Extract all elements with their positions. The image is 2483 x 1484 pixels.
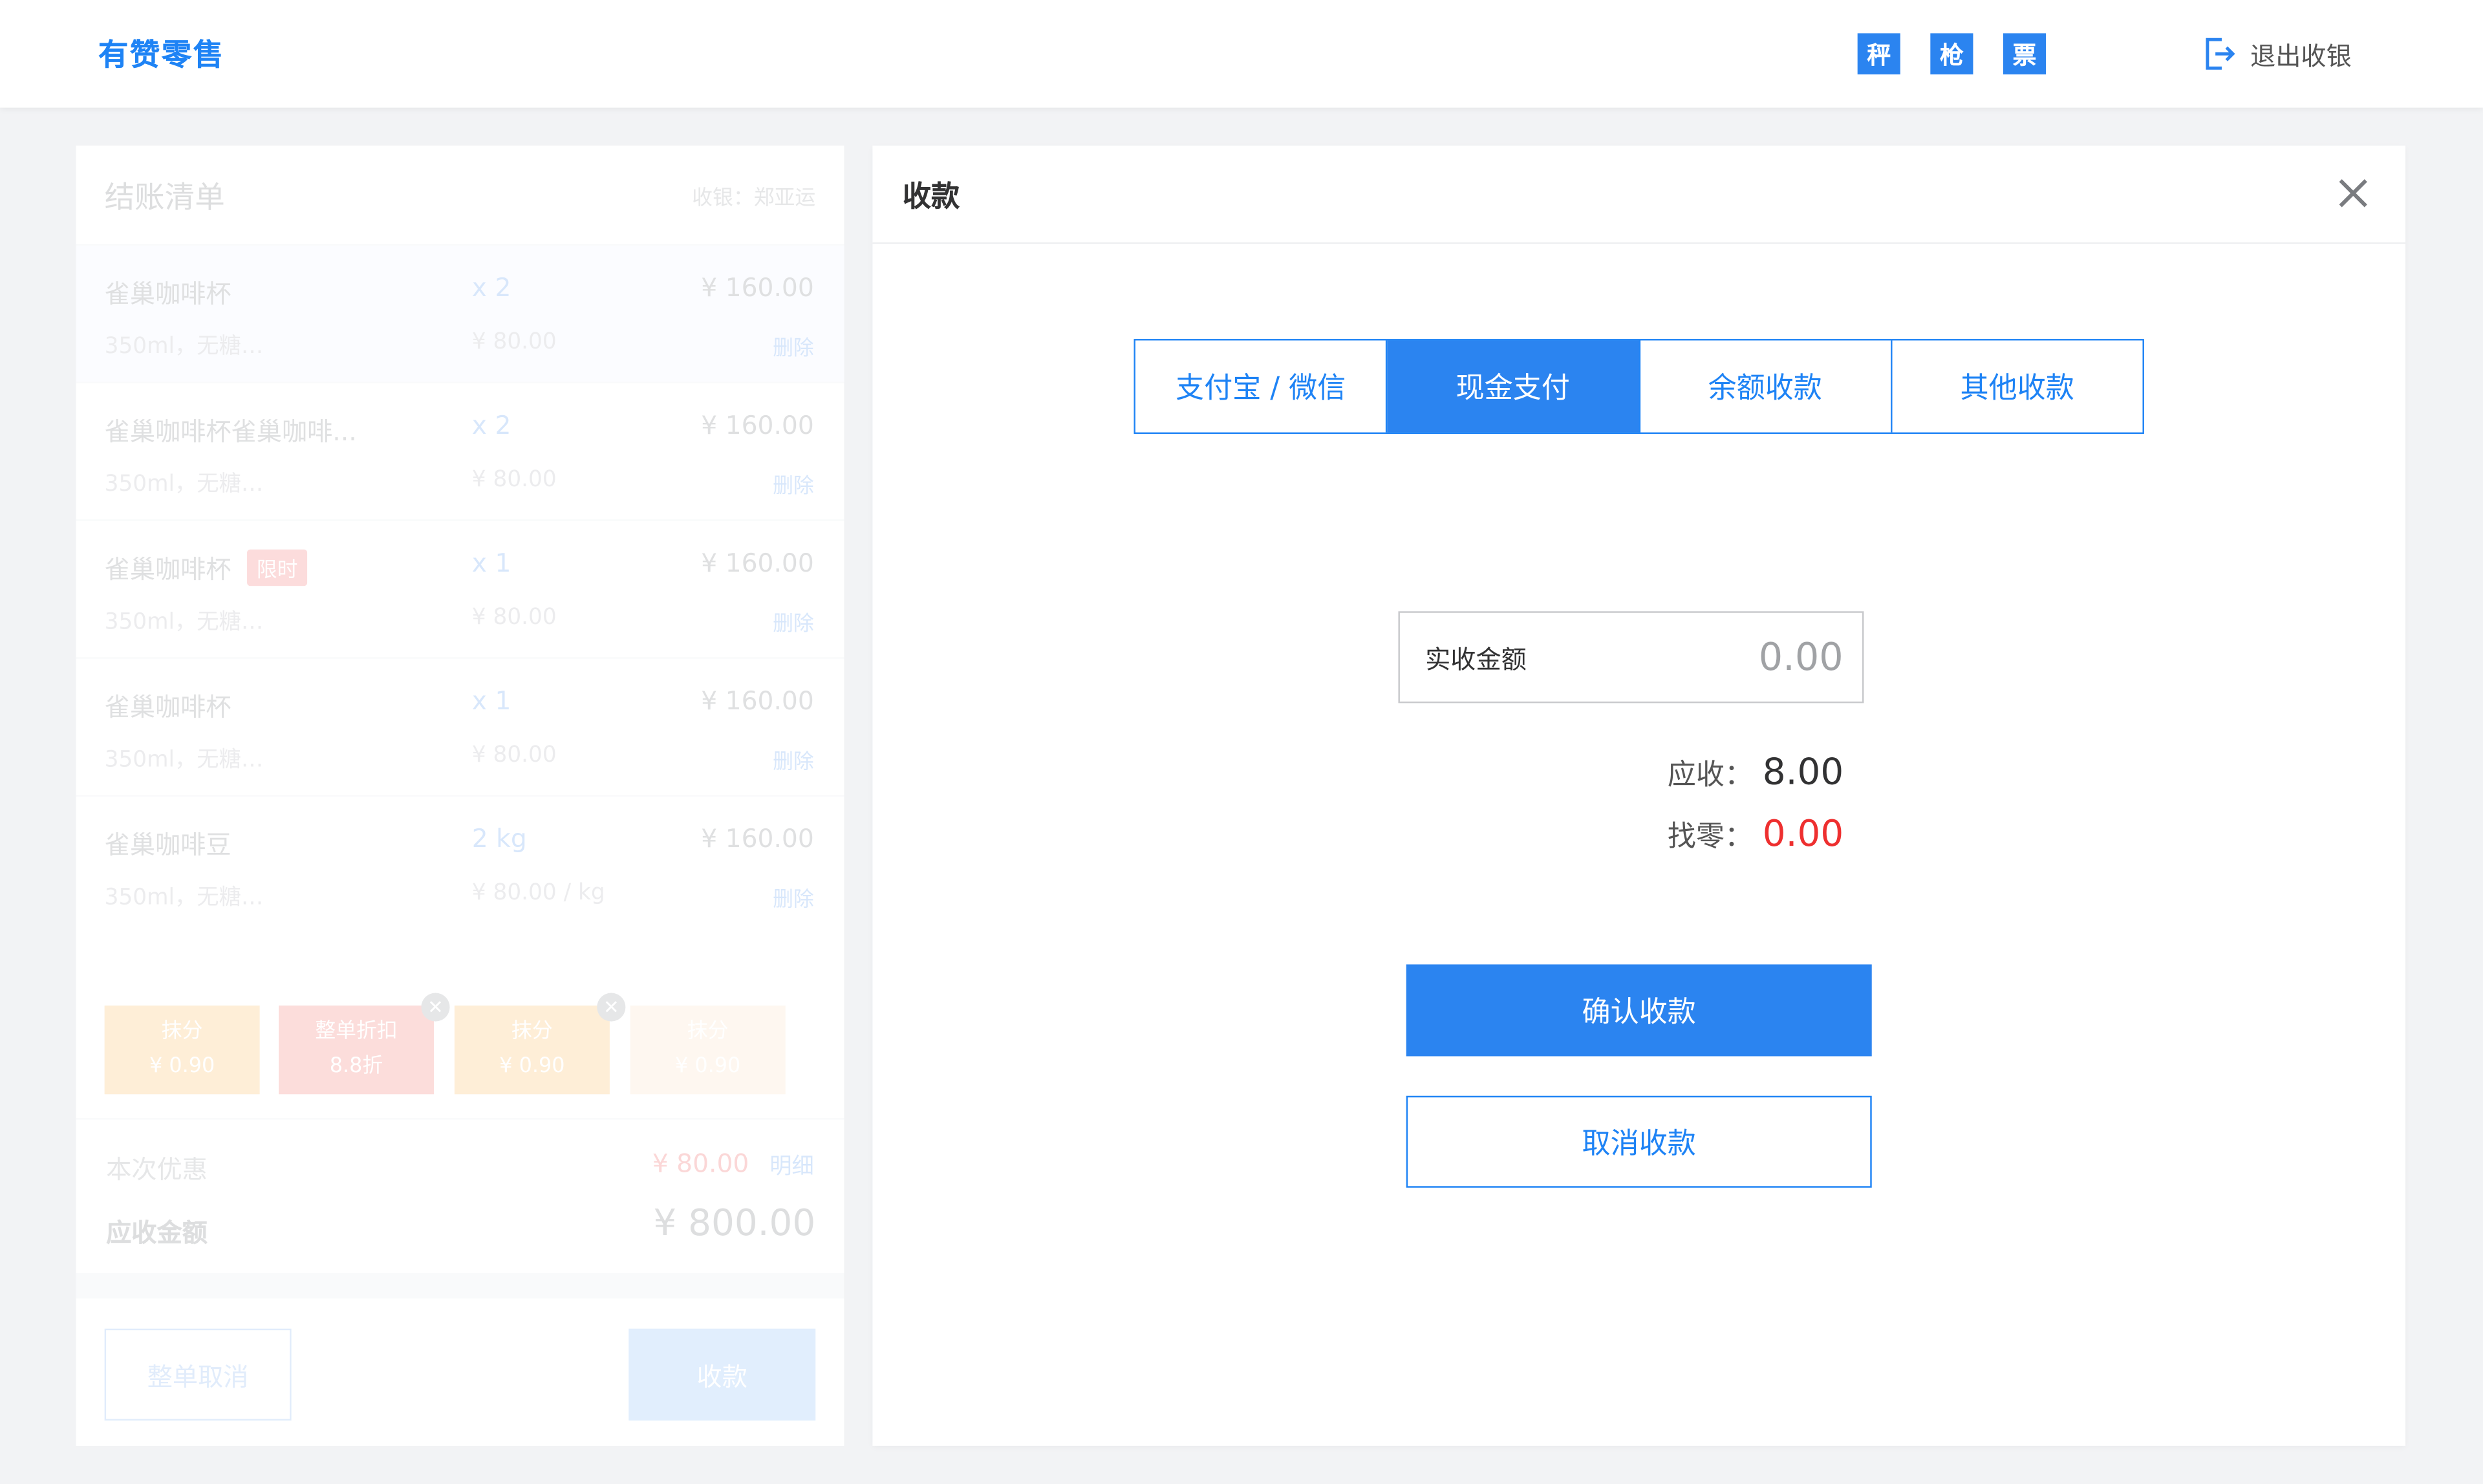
change-label: 找零： <box>1667 820 1754 854</box>
discount-value: ¥ 80.00 <box>652 1148 749 1179</box>
item-name: 雀巢咖啡豆 <box>104 830 231 860</box>
delete-item-link[interactable]: 删除 <box>773 882 814 912</box>
item-name: 雀巢咖啡杯雀巢咖啡... <box>104 416 357 447</box>
delete-item-link[interactable]: 删除 <box>773 607 814 637</box>
scale-button[interactable]: 秤 <box>1857 33 1900 75</box>
item-unit-price: ¥ 80.00 <box>471 742 557 768</box>
delete-item-link[interactable]: 删除 <box>773 331 814 361</box>
tab-other[interactable]: 其他收款 <box>1891 340 2143 433</box>
cancel-payment-button[interactable]: 取消收款 <box>1406 1095 1872 1188</box>
promotion-card[interactable]: 抹分 ¥ 0.90 ✕ <box>454 993 626 1095</box>
discount-detail-link[interactable]: 明细 <box>769 1150 814 1181</box>
promotion-title: 整单折扣 <box>315 1020 398 1044</box>
item-unit-price: ¥ 80.00 <box>471 605 557 630</box>
payment-method-tabs: 支付宝 / 微信 现金支付 余额收款 其他收款 <box>1134 339 2144 435</box>
tab-cash[interactable]: 现金支付 <box>1387 340 1640 433</box>
change-value: 0.00 <box>1762 813 1844 855</box>
promotion-title: 抹分 <box>687 1020 729 1044</box>
item-quantity: x 2 <box>471 410 511 440</box>
item-spec: 350ml，无糖… <box>104 609 264 636</box>
exit-label: 退出收银 <box>2250 41 2352 72</box>
amount-due-label: 应收： <box>1667 758 1754 792</box>
payment-header: 收款 <box>872 145 2406 244</box>
item-name: 雀巢咖啡杯 <box>104 279 231 309</box>
top-bar: 有赞零售 秤 枪 票 退出收银 <box>0 0 2483 108</box>
checkout-header: 结账清单 收银：郑亚运 <box>76 145 844 244</box>
promotion-card[interactable]: 整单折扣 8.8折 ✕ <box>279 993 450 1095</box>
promotion-card[interactable]: 抹分 ¥ 0.90 <box>104 1005 260 1095</box>
brand-logo: 有赞零售 <box>98 38 225 73</box>
item-unit-price: ¥ 80.00 / kg <box>471 880 605 906</box>
item-name: 雀巢咖啡杯 <box>104 692 231 722</box>
promotion-title: 抹分 <box>511 1020 553 1044</box>
item-spec: 350ml，无糖… <box>104 747 264 773</box>
item-quantity: x 1 <box>471 548 511 578</box>
received-amount-field[interactable]: 实收金额 <box>1398 611 1864 704</box>
promotion-value: ¥ 0.90 <box>675 1055 741 1079</box>
app-root: 有赞零售 秤 枪 票 退出收银 结账清单 收银：郑亚运 雀巢咖啡杯 x 2 ¥ … <box>0 0 2483 1484</box>
confirm-payment-button[interactable]: 确认收款 <box>1406 964 1872 1057</box>
change-amount: 找零： 0.00 <box>1668 814 1843 855</box>
remove-promotion-icon[interactable]: ✕ <box>421 993 450 1022</box>
discount-label: 本次优惠 <box>106 1154 208 1185</box>
item-quantity: x 1 <box>471 685 511 716</box>
received-amount-input[interactable] <box>1606 635 1843 680</box>
list-item[interactable]: 雀巢咖啡豆 2 kg ¥ 160.00 350ml，无糖… ¥ 80.00 / … <box>76 795 844 932</box>
list-item[interactable]: 雀巢咖啡杯 限时 x 1 ¥ 160.00 350ml，无糖… ¥ 80.00 删… <box>76 519 844 657</box>
total-value: ¥ 800.00 <box>653 1203 816 1245</box>
close-icon[interactable] <box>2336 176 2370 211</box>
summary: 本次优惠 ¥ 80.00 明细 应收金额 ¥ 800.00 <box>76 1117 844 1273</box>
promotion-list: 抹分 ¥ 0.90 整单折扣 8.8折 ✕ 抹分 ¥ 0.90 ✕ 抹分 ¥ 0… <box>104 993 817 1095</box>
promotion-title: 抹分 <box>161 1020 203 1044</box>
delete-item-link[interactable]: 删除 <box>773 744 814 775</box>
cancel-order-button[interactable]: 整单取消 <box>104 1328 292 1421</box>
printer-button[interactable]: 票 <box>2003 33 2047 75</box>
delete-item-link[interactable]: 删除 <box>773 469 814 499</box>
item-price: ¥ 160.00 <box>701 272 814 303</box>
list-item[interactable]: 雀巢咖啡杯 x 2 ¥ 160.00 350ml，无糖… ¥ 80.00 删除 <box>76 244 844 382</box>
total-label: 应收金额 <box>106 1218 208 1248</box>
pay-button[interactable]: 收款 <box>629 1328 816 1421</box>
promotion-value: 8.8折 <box>329 1055 383 1079</box>
remove-promotion-icon[interactable]: ✕ <box>597 993 626 1022</box>
payment-panel: 收款 支付宝 / 微信 现金支付 余额收款 其他收款 实收金额 应收： 8.00… <box>872 145 2406 1446</box>
item-unit-price: ¥ 80.00 <box>471 329 557 355</box>
item-spec: 350ml，无糖… <box>104 334 264 360</box>
item-name: 雀巢咖啡杯 <box>104 554 231 585</box>
limited-time-badge: 限时 <box>247 549 308 586</box>
item-price: ¥ 160.00 <box>701 823 814 854</box>
item-price: ¥ 160.00 <box>701 548 814 578</box>
item-price: ¥ 160.00 <box>701 410 814 440</box>
promotion-card[interactable]: 抹分 ¥ 0.90 <box>630 1005 786 1095</box>
received-amount-label: 实收金额 <box>1425 644 1527 675</box>
list-item[interactable]: 雀巢咖啡杯 x 1 ¥ 160.00 350ml，无糖… ¥ 80.00 删除 <box>76 657 844 795</box>
payment-title: 收款 <box>902 179 960 213</box>
item-price: ¥ 160.00 <box>701 685 814 716</box>
item-name-row: 雀巢咖啡杯 限时 <box>105 548 308 586</box>
checkout-footer: 整单取消 收款 <box>76 1298 844 1446</box>
tab-balance[interactable]: 余额收款 <box>1639 340 1892 433</box>
promotion-value: ¥ 0.90 <box>499 1055 565 1079</box>
checkout-title: 结账清单 <box>104 179 225 215</box>
tab-alipay-wechat[interactable]: 支付宝 / 微信 <box>1135 340 1388 433</box>
amount-due: 应收： 8.00 <box>1668 752 1843 793</box>
promotion-value: ¥ 0.90 <box>149 1055 215 1079</box>
item-spec: 350ml，无糖… <box>104 471 264 497</box>
item-quantity: 2 kg <box>471 823 527 854</box>
item-spec: 350ml，无糖… <box>104 885 264 911</box>
item-unit-price: ¥ 80.00 <box>471 467 557 493</box>
list-item[interactable]: 雀巢咖啡杯雀巢咖啡... x 2 ¥ 160.00 350ml，无糖… ¥ 80… <box>76 382 844 519</box>
scanner-button[interactable]: 枪 <box>1930 33 1973 75</box>
cashier-name: 收银：郑亚运 <box>692 186 816 210</box>
logout-icon <box>2206 38 2235 70</box>
item-quantity: x 2 <box>471 272 511 303</box>
exit-cashier-button[interactable]: 退出收银 <box>2204 35 2352 73</box>
amount-due-value: 8.00 <box>1762 752 1844 793</box>
checkout-panel: 结账清单 收银：郑亚运 雀巢咖啡杯 x 2 ¥ 160.00 350ml，无糖…… <box>76 145 844 1273</box>
